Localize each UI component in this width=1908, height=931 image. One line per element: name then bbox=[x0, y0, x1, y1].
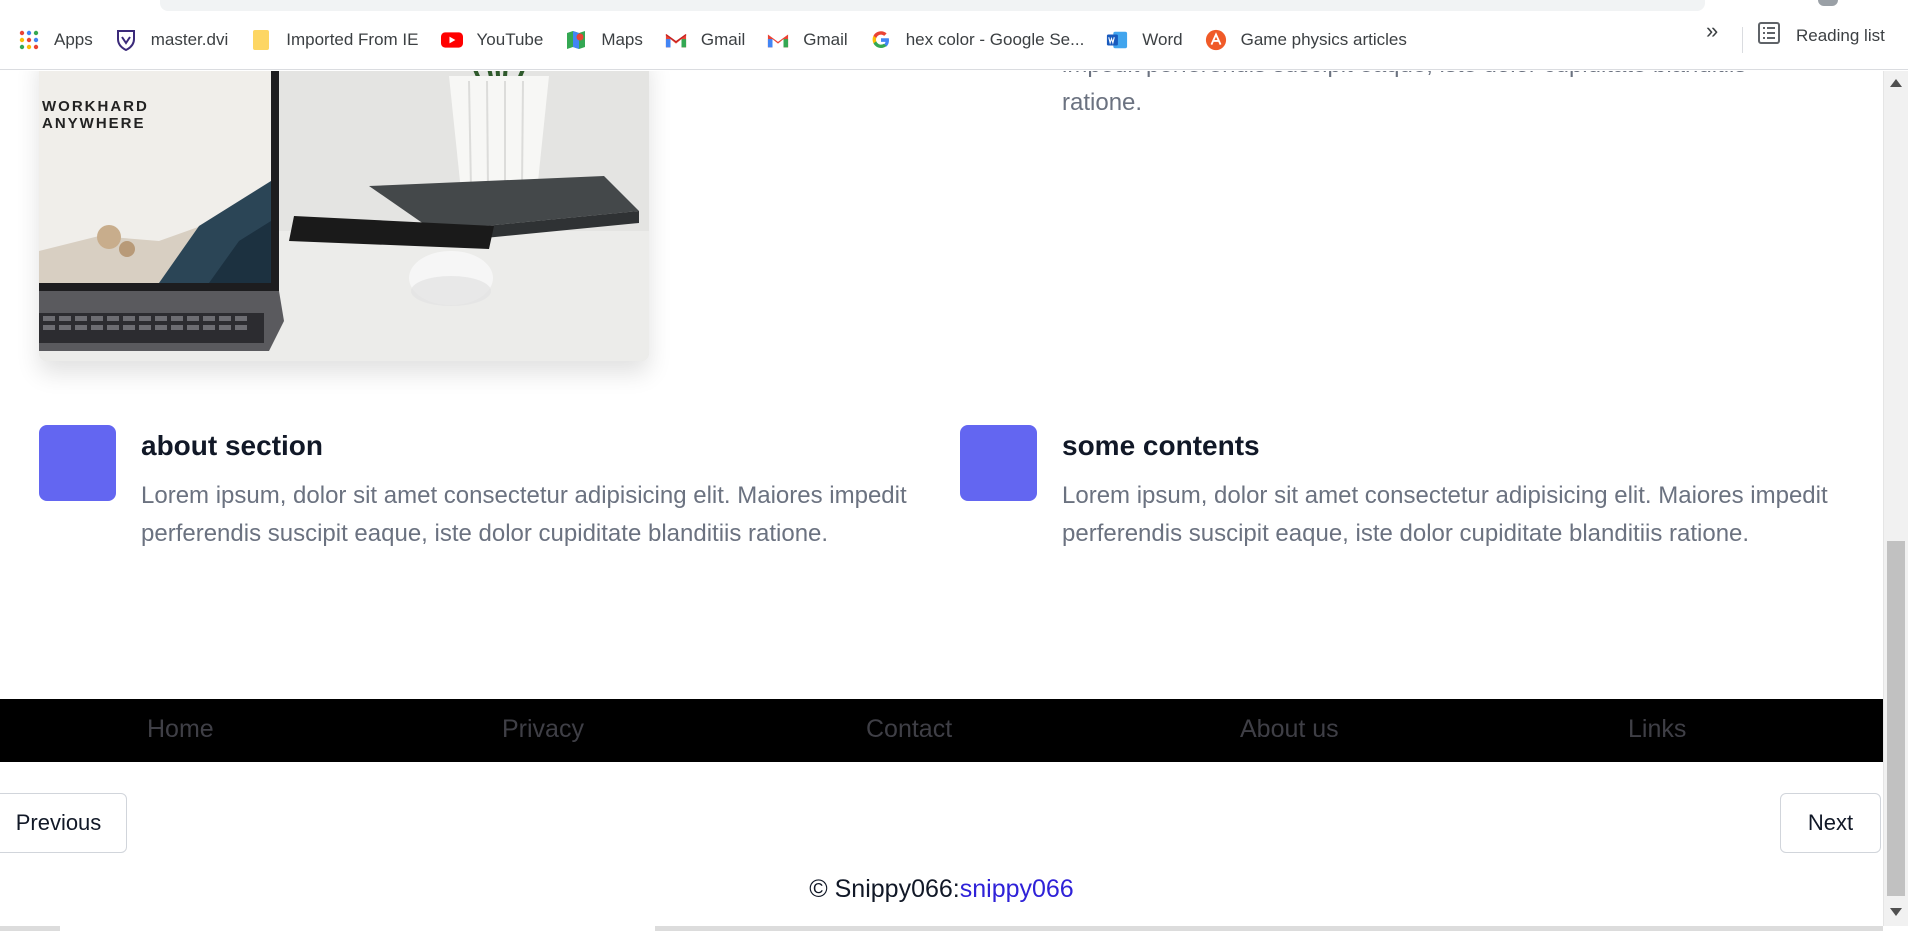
screen-text-line-1: WORKHARD bbox=[42, 98, 149, 115]
profile-avatar-edge[interactable] bbox=[1818, 0, 1838, 6]
google-icon bbox=[870, 29, 892, 51]
scrollbar-thumb[interactable] bbox=[1887, 541, 1905, 896]
top-feature-text-partial: impedit perferendis suscipit eaque, iste… bbox=[1062, 71, 1746, 84]
reading-list-label: Reading list bbox=[1796, 25, 1885, 45]
bookmark-label: Gmail bbox=[803, 30, 848, 49]
scroll-up-arrow-icon[interactable] bbox=[1890, 79, 1902, 87]
address-bar-edge bbox=[160, 0, 1705, 11]
bookmark-maps[interactable]: Maps bbox=[557, 22, 651, 58]
desk-photo: WORKHARD ANYWHERE bbox=[39, 71, 649, 361]
bookmark-label: Game physics articles bbox=[1240, 30, 1407, 49]
youtube-icon bbox=[440, 29, 463, 51]
feature-icon-square bbox=[39, 425, 116, 501]
copyright: © Snippy066:snippy066 bbox=[0, 875, 1883, 904]
bookmark-apps[interactable]: Apps bbox=[10, 22, 101, 58]
bookmarks-bar: Apps master.dvi Imported From IE YouTube… bbox=[0, 11, 1908, 70]
bookmark-label: Apps bbox=[54, 30, 93, 49]
hero-image: WORKHARD ANYWHERE bbox=[39, 71, 649, 361]
feature-icon-square bbox=[960, 425, 1037, 501]
bookmark-gmail-1[interactable]: Gmail bbox=[657, 22, 753, 58]
bookmark-label: YouTube bbox=[476, 30, 544, 49]
feature-body: Lorem ipsum, dolor sit amet consectetur … bbox=[141, 482, 907, 547]
horizontal-scrollbar-thumb[interactable] bbox=[60, 926, 655, 931]
gmail-icon bbox=[767, 29, 789, 51]
top-feature-text-end: ratione. bbox=[1062, 89, 1143, 116]
article-icon bbox=[1205, 29, 1227, 51]
bookmark-label: Word bbox=[1142, 30, 1183, 49]
feature-title: about section bbox=[141, 430, 324, 461]
footer-link-privacy[interactable]: Privacy bbox=[502, 715, 584, 744]
bookmark-label: Maps bbox=[601, 30, 643, 49]
screen-text-line-2: ANYWHERE bbox=[42, 115, 146, 132]
scroll-down-arrow-icon[interactable] bbox=[1890, 908, 1902, 916]
bookmark-youtube[interactable]: YouTube bbox=[433, 22, 552, 58]
feature-title: some contents bbox=[1062, 430, 1260, 461]
vertical-scrollbar[interactable] bbox=[1883, 71, 1908, 926]
maps-icon bbox=[565, 29, 587, 51]
footer-link-links[interactable]: Links bbox=[1628, 715, 1686, 744]
copyright-text: © Snippy066: bbox=[809, 875, 960, 903]
bookmark-label: master.dvi bbox=[150, 30, 229, 49]
bookmark-imported-from-ie[interactable]: Imported From IE bbox=[242, 22, 426, 58]
reading-list-icon bbox=[1758, 22, 1780, 49]
footer-link-contact[interactable]: Contact bbox=[866, 715, 952, 744]
copyright-link[interactable]: snippy066 bbox=[960, 875, 1074, 903]
next-button[interactable]: Next bbox=[1780, 793, 1881, 853]
previous-button[interactable]: Previous bbox=[0, 793, 127, 853]
more-bookmarks-button[interactable]: » bbox=[1706, 18, 1718, 44]
bookmarks-separator bbox=[1742, 27, 1743, 53]
footer-link-about-us[interactable]: About us bbox=[1240, 715, 1339, 744]
reading-list-button[interactable]: Reading list bbox=[1758, 22, 1885, 49]
footer-link-home[interactable]: Home bbox=[147, 715, 214, 744]
bookmark-game-physics[interactable]: Game physics articles bbox=[1197, 22, 1415, 58]
feature-body: Lorem ipsum, dolor sit amet consectetur … bbox=[1062, 482, 1828, 547]
word-icon bbox=[1106, 29, 1128, 51]
bookmark-master-dvi[interactable]: master.dvi bbox=[107, 22, 236, 58]
horizontal-scrollbar[interactable] bbox=[0, 926, 1883, 931]
footer-nav: Home Privacy Contact About us Links bbox=[0, 699, 1883, 762]
bookmark-word[interactable]: Word bbox=[1098, 22, 1190, 58]
apps-grid-icon bbox=[18, 29, 40, 51]
gmail-icon bbox=[665, 29, 687, 51]
bookmark-label: Imported From IE bbox=[286, 30, 419, 49]
top-feature-text: impedit perferendis suscipit eaque, iste… bbox=[1062, 71, 1746, 122]
page-viewport: WORKHARD ANYWHERE impedit bbox=[0, 71, 1883, 926]
bookmark-hex-color-search[interactable]: hex color - Google Se... bbox=[862, 22, 1093, 58]
folder-icon bbox=[250, 29, 272, 51]
bookmark-label: hex color - Google Se... bbox=[905, 30, 1085, 49]
bookmark-label: Gmail bbox=[700, 30, 746, 49]
crest-icon bbox=[115, 29, 137, 51]
bookmark-gmail-2[interactable]: Gmail bbox=[759, 22, 855, 58]
